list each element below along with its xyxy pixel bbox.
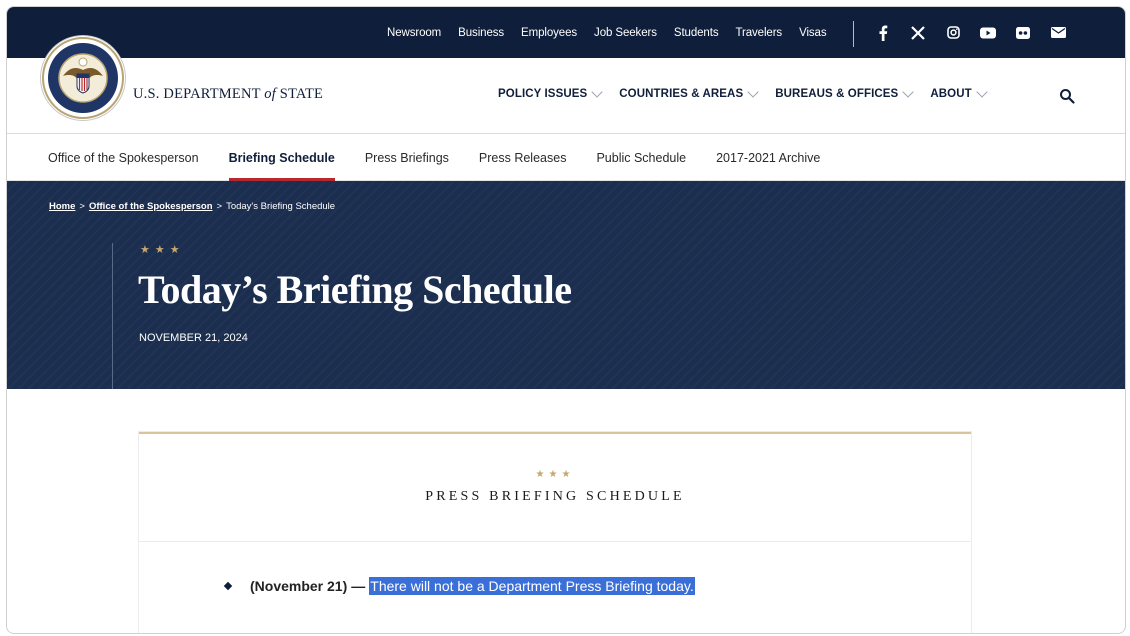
x-icon[interactable] [910, 25, 926, 41]
nav-label: POLICY ISSUES [498, 88, 588, 100]
utility-links: Newsroom Business Employees Job Seekers … [387, 7, 827, 58]
nav-about[interactable]: ABOUT [930, 85, 988, 100]
utility-link-newsroom[interactable]: Newsroom [387, 27, 441, 39]
site-title[interactable]: U.S. DEPARTMENT of STATE [133, 86, 323, 103]
subnav-press-briefings[interactable]: Press Briefings [365, 134, 449, 181]
email-icon[interactable] [1050, 25, 1066, 41]
list-item: (November 21) — There will not be a Depa… [223, 577, 695, 595]
chevron-down-icon [902, 85, 915, 98]
utility-link-business[interactable]: Business [458, 27, 504, 39]
item-text-selected[interactable]: There will not be a Department Press Bri… [369, 577, 695, 595]
breadcrumb-separator: > [79, 201, 85, 212]
section-subnav: Office of the Spokesperson Briefing Sche… [7, 134, 1125, 181]
instagram-icon[interactable] [945, 25, 961, 41]
subnav-press-releases[interactable]: Press Releases [479, 134, 567, 181]
site-title-of: of [264, 86, 276, 102]
utility-link-students[interactable]: Students [674, 27, 719, 39]
chevron-down-icon [976, 85, 988, 98]
briefing-schedule-card: ★★★ PRESS BRIEFING SCHEDULE (November 21… [139, 432, 971, 633]
card-title: PRESS BRIEFING SCHEDULE [425, 489, 685, 504]
breadcrumb-separator: > [216, 201, 223, 212]
item-dash: — [351, 578, 366, 594]
diamond-bullet-icon [223, 581, 233, 591]
utility-divider [853, 21, 854, 47]
nav-bureaus-offices[interactable]: BUREAUS & OFFICES [775, 85, 915, 100]
site-title-suffix: STATE [275, 86, 324, 102]
subnav-archive[interactable]: 2017-2021 Archive [716, 134, 820, 181]
social-links [875, 7, 1066, 58]
site-header: U.S. DEPARTMENT of STATE POLICY ISSUES C… [7, 36, 1125, 134]
nav-policy-issues[interactable]: POLICY ISSUES [498, 85, 603, 100]
subnav-public-schedule[interactable]: Public Schedule [596, 134, 686, 181]
utility-link-travelers[interactable]: Travelers [735, 27, 782, 39]
chevron-down-icon [747, 85, 759, 98]
site-title-prefix: U.S. DEPARTMENT [133, 86, 265, 102]
item-date: (November 21) [250, 578, 348, 594]
nav-label: COUNTRIES & AREAS [619, 88, 744, 100]
nav-countries-areas[interactable]: COUNTRIES & AREAS [619, 85, 759, 100]
youtube-icon[interactable] [980, 25, 996, 41]
search-icon[interactable] [1059, 88, 1075, 104]
page-date: NOVEMBER 21, 2024 [139, 332, 248, 344]
breadcrumb-home[interactable]: Home [49, 201, 75, 212]
nav-label: ABOUT [930, 88, 972, 100]
breadcrumb: Home > Office of the Spokesperson > Toda… [49, 201, 335, 212]
subnav-office-of-the-spokesperson[interactable]: Office of the Spokesperson [48, 134, 199, 181]
flickr-icon[interactable] [1015, 25, 1031, 41]
department-seal-logo[interactable] [41, 36, 125, 120]
utility-bar: Newsroom Business Employees Job Seekers … [7, 7, 1125, 58]
utility-link-visas[interactable]: Visas [799, 27, 827, 39]
card-header: ★★★ PRESS BRIEFING SCHEDULE [139, 434, 971, 542]
subnav-items: Office of the Spokesperson Briefing Sche… [48, 134, 820, 181]
utility-link-employees[interactable]: Employees [521, 27, 577, 39]
subnav-briefing-schedule[interactable]: Briefing Schedule [228, 134, 336, 181]
page-hero: Home > Office of the Spokesperson > Toda… [7, 181, 1125, 389]
hero-stars: ★★★ [140, 244, 185, 256]
browser-frame: Newsroom Business Employees Job Seekers … [6, 6, 1126, 634]
chevron-down-icon [591, 85, 603, 98]
nav-label: BUREAUS & OFFICES [775, 88, 899, 100]
utility-link-job-seekers[interactable]: Job Seekers [594, 27, 657, 39]
facebook-icon[interactable] [875, 25, 891, 41]
breadcrumb-office[interactable]: Office of the Spokesperson [89, 201, 213, 212]
card-stars: ★★★ [535, 469, 575, 480]
breadcrumb-current: Today's Briefing Schedule [226, 201, 336, 212]
hero-divider [112, 243, 113, 389]
page-title: Today’s Briefing Schedule [138, 267, 572, 312]
main-nav: POLICY ISSUES COUNTRIES & AREAS BUREAUS … [498, 85, 988, 100]
